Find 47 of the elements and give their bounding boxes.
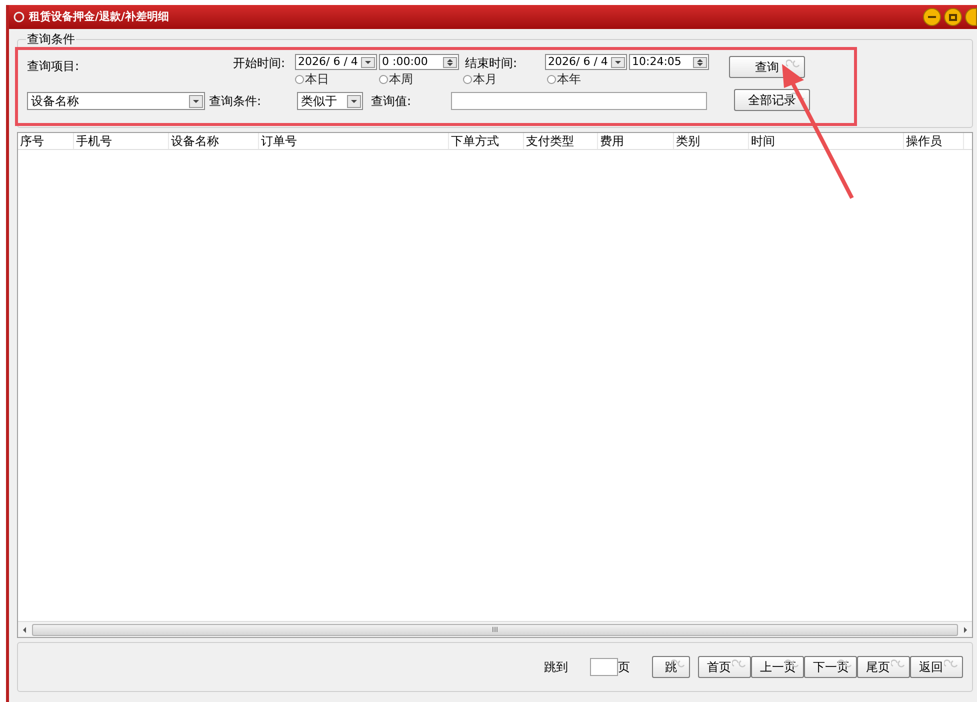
window-title: 租赁设备押金/退款/补差明细: [29, 8, 170, 25]
pager-button[interactable]: 返回: [910, 656, 963, 678]
radio-option[interactable]: 本月: [463, 71, 547, 87]
app-icon: [13, 11, 25, 23]
column-header[interactable]: 订单号: [259, 133, 449, 149]
field-label: 查询值:: [371, 93, 412, 110]
column-header[interactable]: 时间: [749, 133, 904, 149]
jump-button[interactable]: 跳: [652, 656, 690, 678]
time-field[interactable]: 0 :00:00: [379, 54, 459, 70]
radio-option[interactable]: 本周: [379, 71, 463, 87]
search-button[interactable]: 查询: [729, 56, 805, 78]
date-picker[interactable]: 2026/ 6 / 4: [545, 54, 627, 70]
field-label: 开始时间:: [232, 55, 286, 72]
radio-option[interactable]: 本日: [295, 71, 379, 87]
field-label: 结束时间:: [465, 55, 518, 72]
all-records-button[interactable]: 全部记录: [734, 89, 810, 111]
swirl-icon: [944, 658, 960, 670]
swirl-icon: [786, 58, 802, 70]
query-value-field[interactable]: [451, 92, 707, 110]
column-header[interactable]: 手机号: [74, 133, 169, 149]
page-unit-label: 页: [618, 659, 630, 676]
pager-button[interactable]: 首页: [698, 656, 751, 678]
column-header[interactable]: 序号: [18, 133, 74, 149]
jump-label: 跳到: [544, 659, 568, 676]
radio-option[interactable]: 本年: [547, 71, 631, 87]
maximize-button[interactable]: [944, 8, 962, 26]
column-header[interactable]: 支付类型: [524, 133, 598, 149]
date-picker[interactable]: 2026/ 6 / 4: [295, 54, 377, 70]
column-header[interactable]: 费用: [598, 133, 674, 149]
column-header[interactable]: 操作员: [904, 133, 964, 149]
minimize-button[interactable]: [923, 8, 941, 26]
time-field[interactable]: 10:24:05: [629, 54, 709, 70]
spinner-icon: [443, 56, 457, 68]
swirl-icon: [732, 658, 748, 670]
column-header[interactable]: 设备名称: [169, 133, 259, 149]
dropdown-field[interactable]: 类似于: [297, 92, 363, 110]
field-label: 查询条件:: [209, 93, 262, 110]
spinner-icon: [693, 56, 707, 68]
dropdown-field[interactable]: 设备名称: [27, 92, 205, 110]
swirl-icon: [891, 658, 907, 670]
page-number-field[interactable]: [590, 658, 618, 676]
column-header[interactable]: 类别: [674, 133, 749, 149]
column-header[interactable]: 下单方式: [449, 133, 524, 149]
group-title: 查询条件: [26, 32, 76, 46]
close-button[interactable]: [965, 8, 977, 26]
pager-button[interactable]: 尾页: [857, 656, 910, 678]
field-label: 查询项目:: [27, 58, 80, 75]
